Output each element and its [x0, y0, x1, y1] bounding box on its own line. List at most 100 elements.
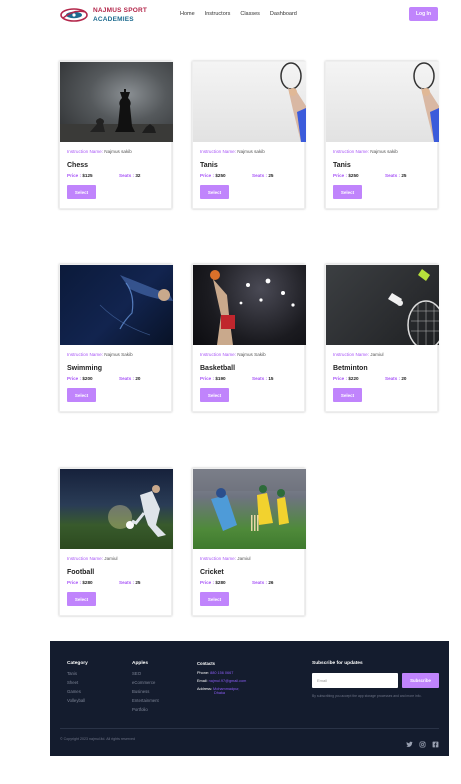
brand-logo[interactable]: NAJMUS SPORT ACADEMIES	[60, 5, 147, 25]
class-title: Cricket	[200, 569, 224, 576]
subscribe-note: By subscribing you accept the app storag…	[312, 694, 422, 698]
footer-link[interactable]: Volleyball	[67, 698, 88, 703]
social-links	[406, 735, 439, 748]
seats-label: Seats :	[119, 580, 135, 585]
price-label: Price :	[67, 580, 82, 585]
instructor-name: Najmus sakib	[104, 149, 132, 154]
tennis-racket-icon	[193, 62, 306, 142]
nav-dashboard[interactable]: Dashboard	[270, 11, 297, 17]
instructor-label: Instruction Name:	[333, 352, 369, 357]
phone-value[interactable]: 880 156 0667	[210, 671, 233, 675]
price-value: $200	[82, 376, 93, 381]
instructor-label: Instruction Name:	[67, 149, 103, 154]
brand-line2: ACADEMIES	[93, 16, 134, 23]
cricket-batsman-icon	[193, 469, 306, 549]
price-value: $190	[215, 376, 226, 381]
seats-value: 20	[135, 376, 141, 381]
email-label: Email:	[197, 679, 208, 683]
select-button[interactable]: Select	[200, 185, 229, 199]
footer-link[interactable]: Sheet	[67, 680, 88, 685]
seats-value: 20	[401, 376, 407, 381]
chess-king-icon	[60, 62, 173, 142]
instructor-line: Instruction Name: Najmus sakib	[200, 149, 297, 154]
footer-link[interactable]: Tanis	[67, 671, 88, 676]
facebook-icon[interactable]	[432, 735, 439, 748]
seats-label: Seats :	[385, 376, 401, 381]
footer-link[interactable]: Games	[67, 689, 88, 694]
address-label: Address:	[197, 687, 212, 691]
contact-phone: Phone: 880 156 0667	[197, 671, 246, 675]
price-value: $280	[215, 580, 226, 585]
seats-label: Seats :	[252, 580, 268, 585]
price-value: $220	[348, 376, 359, 381]
footer-link[interactable]: eCommerce	[132, 680, 159, 685]
seats-label: Seats :	[385, 173, 401, 178]
footer-link[interactable]: SEO	[132, 671, 159, 676]
class-meta: Price : $280 Seats : 26	[200, 580, 297, 585]
instructor-name: Jamiul	[370, 352, 384, 357]
instructor-name: Najmus sakib	[237, 149, 265, 154]
select-button[interactable]: Select	[67, 388, 96, 402]
class-meta: Price : $190 Seats : 15	[200, 376, 297, 381]
price-label: Price :	[200, 580, 215, 585]
footer-category: Category Tanis Sheet Games Volleyball	[67, 661, 88, 707]
nav-classes[interactable]: Classes	[240, 11, 260, 17]
select-button[interactable]: Select	[333, 388, 362, 402]
instructor-name: Najmus Sakib	[237, 352, 266, 357]
subscribe-button[interactable]: Subscribe	[402, 673, 439, 688]
price-label: Price :	[333, 173, 348, 178]
footer-link[interactable]: Business	[132, 689, 159, 694]
instructor-name: Najmus Sakib	[104, 352, 133, 357]
class-meta: Price : $200 Seats : 20	[67, 376, 164, 381]
badminton-shuttle-icon	[326, 265, 439, 345]
twitter-icon[interactable]	[406, 735, 413, 747]
select-button[interactable]: Select	[67, 185, 96, 199]
email-value[interactable]: najmul.97@gmail.com	[209, 679, 247, 683]
seats-value: 26	[268, 580, 274, 585]
class-title: Football	[67, 569, 95, 576]
seats-label: Seats :	[252, 376, 268, 381]
instructor-label: Instruction Name:	[200, 149, 236, 154]
class-card: Instruction Name: Najmus sakib Chess Pri…	[59, 61, 173, 209]
nav-home[interactable]: Home	[180, 11, 195, 17]
instructor-label: Instruction Name:	[67, 556, 103, 561]
class-title: Betminton	[333, 365, 368, 372]
brand-line1: NAJMUS SPORT	[93, 7, 148, 14]
class-card: Instruction Name: Najmus Sakib Basketbal…	[192, 264, 306, 412]
class-card: Instruction Name: Jamiul Betminton Price…	[325, 264, 439, 412]
class-meta: Price : $250 Seats : 25	[200, 173, 297, 178]
select-button[interactable]: Select	[67, 592, 96, 606]
contact-address: Address: Mohammadpur, Dhaka	[197, 687, 246, 695]
footer-link[interactable]: Entertainment	[132, 698, 159, 703]
price-label: Price :	[333, 376, 348, 381]
select-button[interactable]: Select	[200, 592, 229, 606]
instructor-label: Instruction Name:	[200, 352, 236, 357]
price-label: Price :	[200, 376, 215, 381]
instructor-line: Instruction Name: Jamiul	[333, 352, 430, 357]
site-footer: Category Tanis Sheet Games Volleyball Ap…	[50, 641, 449, 756]
class-card: Instruction Name: Najmus sakib Tanis Pri…	[192, 61, 306, 209]
class-meta: Price : $125 Seats : 32	[67, 173, 164, 178]
class-meta: Price : $280 Seats : 25	[67, 580, 164, 585]
footer-apples: Apples SEO eCommerce Business Entertainm…	[132, 661, 159, 716]
footer-link[interactable]: Portfolio	[132, 707, 159, 712]
class-meta: Price : $250 Seats : 25	[333, 173, 430, 178]
login-button[interactable]: Log In	[409, 7, 438, 21]
nav-instructors[interactable]: Instructors	[205, 11, 231, 17]
seats-label: Seats :	[252, 173, 268, 178]
class-meta: Price : $220 Seats : 20	[333, 376, 430, 381]
football-player-icon	[60, 469, 173, 549]
contact-email: Email: najmul.97@gmail.com	[197, 679, 246, 683]
basketball-player-icon	[193, 265, 306, 345]
instructor-label: Instruction Name:	[200, 556, 236, 561]
select-button[interactable]: Select	[333, 185, 362, 199]
instructor-line: Instruction Name: Najmus sakib	[333, 149, 430, 154]
select-button[interactable]: Select	[200, 388, 229, 402]
subscribe-email-input[interactable]: Email	[312, 673, 398, 688]
phone-label: Phone:	[197, 671, 210, 675]
instructor-name: Jamiul	[237, 556, 251, 561]
price-label: Price :	[67, 173, 82, 178]
logo-emblem-icon	[60, 5, 88, 25]
instagram-icon[interactable]	[419, 735, 426, 748]
instructor-name: Jamiul	[104, 556, 118, 561]
